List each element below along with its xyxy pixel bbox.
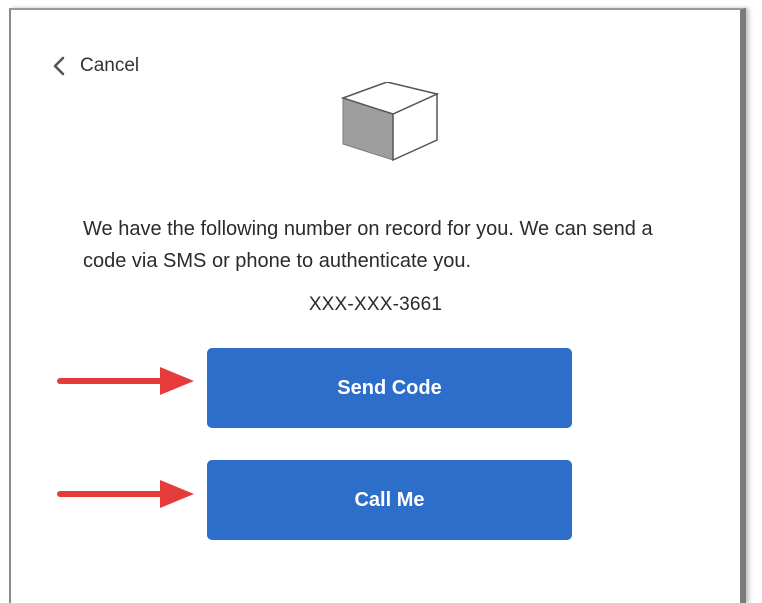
- send-code-button[interactable]: Send Code: [207, 348, 572, 428]
- red-arrow-icon: [57, 367, 194, 395]
- chevron-left-icon: [52, 56, 66, 76]
- phone-number: XXX-XXX-3661: [308, 294, 443, 315]
- red-arrow-icon: [57, 480, 194, 508]
- cancel-label: Cancel: [80, 55, 140, 76]
- cube-icon: [340, 81, 441, 162]
- dialog-frame: Cancel We have the following number on r…: [9, 8, 746, 603]
- call-me-button[interactable]: Call Me: [207, 460, 572, 540]
- info-message: We have the following number on record f…: [83, 218, 653, 272]
- cancel-link[interactable]: Cancel: [52, 55, 139, 77]
